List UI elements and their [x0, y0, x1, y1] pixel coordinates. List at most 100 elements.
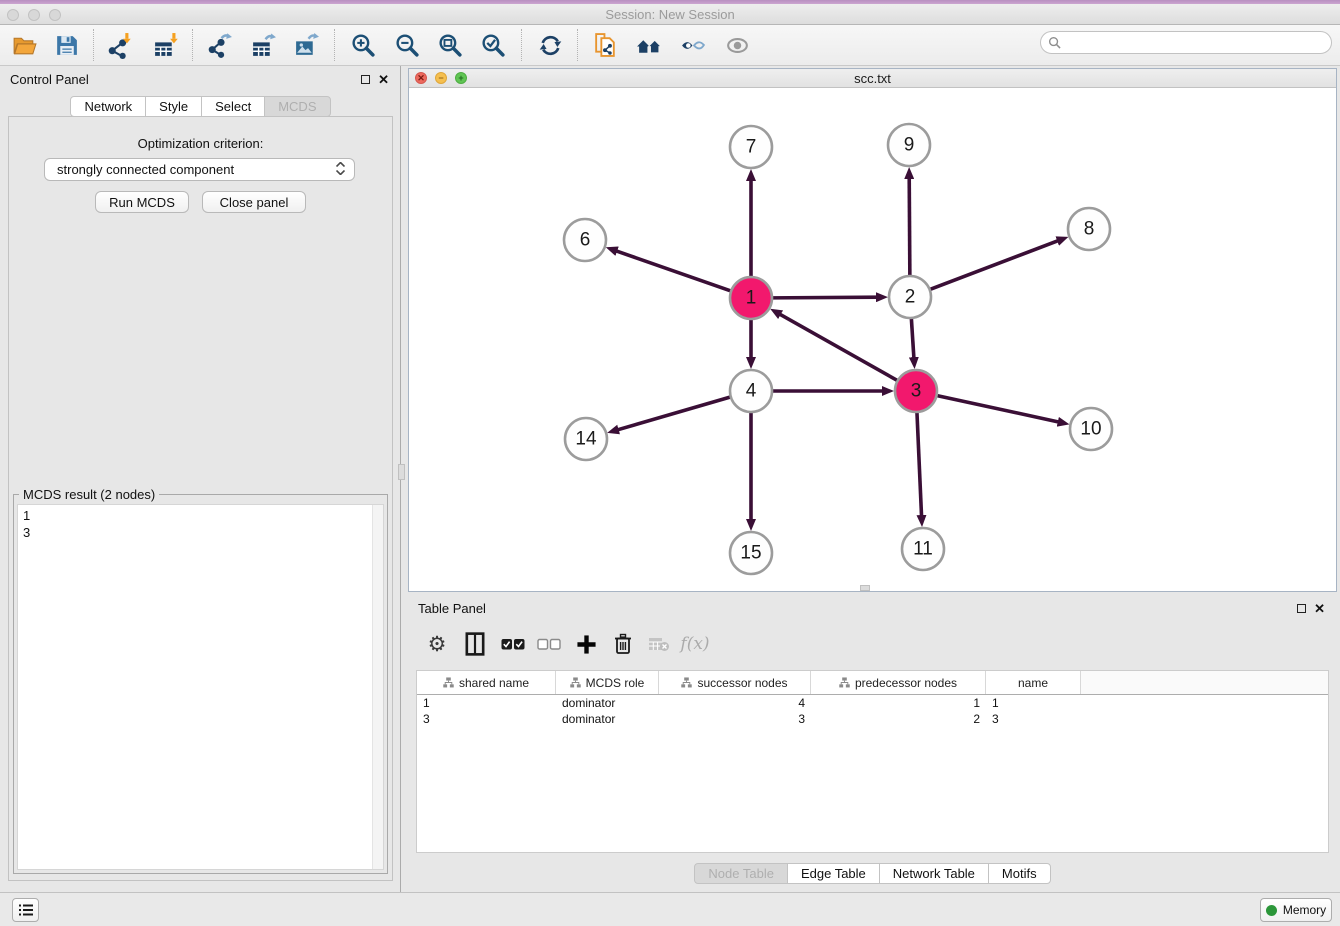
svg-text:15: 15 — [740, 543, 761, 564]
memory-label: Memory — [1283, 903, 1326, 917]
show-graphics-details-icon[interactable] — [721, 29, 753, 61]
vertical-divider-grip[interactable] — [398, 464, 405, 480]
column-header-label: name — [1018, 676, 1048, 690]
table-row[interactable]: 3dominator323 — [417, 711, 1328, 727]
run-mcds-button[interactable]: Run MCDS — [95, 191, 189, 213]
zoom-out-icon[interactable] — [391, 29, 423, 61]
window-title: Session: New Session — [0, 4, 1340, 25]
graph-node-6[interactable]: 6 — [564, 219, 606, 261]
control-panel-tabs: NetworkStyleSelectMCDS — [0, 96, 401, 117]
graph-edge-3-1[interactable] — [779, 314, 898, 381]
tab-network[interactable]: Network — [70, 96, 146, 117]
select-all-icon[interactable] — [496, 627, 530, 661]
criterion-dropdown-value: strongly connected component — [57, 162, 234, 177]
column-header-predecessor-nodes[interactable]: predecessor nodes — [811, 671, 986, 694]
control-panel: Control Panel ✕ NetworkStyleSelectMCDS O… — [0, 66, 401, 892]
tab-style[interactable]: Style — [145, 96, 202, 117]
network-canvas[interactable]: 7 9 6 8 1 2 4 3 14 10 15 11 — [410, 89, 1337, 592]
graphics-details-icon[interactable] — [677, 29, 709, 61]
column-settings-icon[interactable]: ⚙ — [420, 627, 454, 661]
search-box[interactable] — [1040, 31, 1332, 54]
column-header-mcds-role[interactable]: MCDS role — [556, 671, 659, 694]
graph-edge-2-9[interactable] — [909, 177, 910, 276]
show-column-panel-icon[interactable] — [458, 627, 492, 661]
graph-edge-4-14[interactable] — [617, 397, 731, 430]
status-bar: Memory — [0, 892, 1340, 926]
graph-node-7[interactable]: 7 — [730, 126, 772, 168]
table-row[interactable]: 1dominator411 — [417, 695, 1328, 711]
open-file-icon[interactable] — [8, 29, 40, 61]
zoom-selected-icon[interactable] — [477, 29, 509, 61]
graph-node-10[interactable]: 10 — [1070, 408, 1112, 450]
task-history-button[interactable] — [12, 898, 39, 922]
delete-columns-icon[interactable] — [606, 627, 640, 661]
tab-select[interactable]: Select — [201, 96, 265, 117]
close-table-panel-icon[interactable]: ✕ — [1314, 604, 1325, 613]
table-cell: 3 — [417, 711, 556, 727]
column-header-label: successor nodes — [697, 676, 787, 690]
float-table-panel-icon[interactable] — [1297, 604, 1306, 613]
export-table-icon[interactable] — [247, 29, 279, 61]
graph-edge-3-10[interactable] — [937, 395, 1060, 422]
graph-edge-1-2[interactable] — [772, 297, 878, 298]
svg-text:6: 6 — [580, 230, 591, 251]
first-neighbors-icon[interactable] — [633, 29, 665, 61]
new-network-from-selection-icon[interactable] — [589, 29, 621, 61]
graph-edge-2-3[interactable] — [911, 318, 914, 359]
graph-node-9[interactable]: 9 — [888, 124, 930, 166]
criterion-dropdown[interactable]: strongly connected component — [44, 158, 355, 181]
memory-button[interactable]: Memory — [1260, 898, 1332, 922]
zoom-in-icon[interactable] — [347, 29, 379, 61]
column-header-label: predecessor nodes — [855, 676, 957, 690]
table-panel-title: Table Panel — [418, 601, 486, 616]
graph-node-11[interactable]: 11 — [902, 528, 944, 570]
graph-node-3[interactable]: 3 — [895, 370, 937, 412]
apply-preferred-layout-icon[interactable] — [534, 29, 566, 61]
deselect-all-icon[interactable] — [532, 627, 566, 661]
graph-edge-2-8[interactable] — [930, 240, 1059, 289]
horizontal-divider-grip[interactable] — [860, 585, 870, 591]
column-header-shared-name[interactable]: shared name — [417, 671, 556, 694]
graph-node-4[interactable]: 4 — [730, 370, 772, 412]
optimization-criterion-label: Optimization criterion: — [0, 136, 401, 151]
export-network-icon[interactable] — [203, 29, 235, 61]
graph-edge-3-11[interactable] — [917, 412, 922, 517]
graph-node-2[interactable]: 2 — [889, 276, 931, 318]
tab-node-table[interactable]: Node Table — [694, 863, 788, 884]
create-column-icon[interactable] — [569, 627, 603, 661]
close-panel-icon[interactable]: ✕ — [378, 75, 389, 84]
export-image-icon[interactable] — [290, 29, 322, 61]
import-table-icon[interactable] — [149, 29, 181, 61]
import-network-icon[interactable] — [103, 29, 135, 61]
graph-edge-1-6[interactable] — [615, 251, 731, 292]
table-header-row: shared nameMCDS role successor nodes prede… — [417, 671, 1328, 695]
mcds-result-line: 3 — [18, 524, 383, 541]
graph-node-14[interactable]: 14 — [565, 418, 607, 460]
result-scrollbar[interactable] — [372, 505, 383, 869]
tab-edge-table[interactable]: Edge Table — [787, 863, 880, 884]
graph-node-8[interactable]: 8 — [1068, 208, 1110, 250]
table-panel: Table Panel ✕ ⚙ f(x) shared nameMCDS rol… — [408, 597, 1337, 892]
table-cell: 4 — [659, 695, 811, 711]
close-panel-button[interactable]: Close panel — [202, 191, 306, 213]
window-titlebar: Session: New Session — [0, 0, 1340, 25]
svg-text:10: 10 — [1080, 419, 1101, 440]
function-builder-icon: f(x) — [678, 627, 712, 661]
save-session-icon[interactable] — [50, 29, 82, 61]
tab-network-table[interactable]: Network Table — [879, 863, 989, 884]
node-table[interactable]: shared nameMCDS role successor nodes prede… — [416, 670, 1329, 853]
zoom-fit-icon[interactable] — [434, 29, 466, 61]
control-panel-title: Control Panel — [10, 72, 89, 87]
tab-mcds[interactable]: MCDS — [264, 96, 330, 117]
memory-status-icon — [1266, 905, 1277, 916]
table-tabs: Node TableEdge TableNetwork TableMotifs — [408, 863, 1337, 884]
mcds-result-box[interactable]: 13 — [17, 504, 384, 870]
column-header-successor-nodes[interactable]: successor nodes — [659, 671, 811, 694]
column-header-name[interactable]: name — [986, 671, 1081, 694]
table-cell: 2 — [811, 711, 986, 727]
graph-node-1[interactable]: 1 — [730, 277, 772, 319]
tab-motifs[interactable]: Motifs — [988, 863, 1051, 884]
float-panel-icon[interactable] — [361, 75, 370, 84]
search-input[interactable] — [1065, 33, 1331, 52]
graph-node-15[interactable]: 15 — [730, 532, 772, 574]
